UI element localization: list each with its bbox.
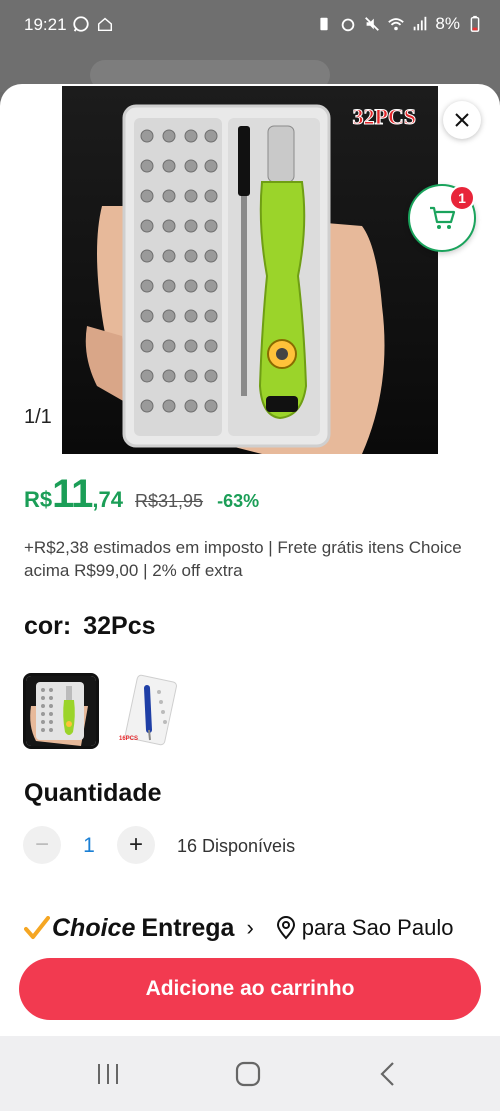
home-icon [97,17,113,32]
quantity-available: 16 Disponíveis [177,836,296,856]
price-decimal: ,74 [92,487,124,512]
back-button[interactable] [368,1058,408,1090]
status-bar: 19:21 8% [0,0,500,52]
mute-icon [365,17,380,31]
cart-icon [430,206,456,229]
close-button[interactable] [443,101,481,139]
price-row: R$ 11 ,74 R$31,95 -63% [24,472,259,517]
choice-check-icon [24,916,50,939]
battery-saver-icon [320,17,329,31]
choice-delivery-label: Entrega [141,913,235,942]
price-integer: 11 [52,472,93,516]
battery-percent: 8% [435,14,460,33]
recent-apps-icon [98,1064,118,1084]
quantity-increase-button[interactable]: + [117,826,155,864]
wifi-icon [388,18,405,31]
quantity-decrease-button[interactable]: − [23,826,61,864]
product-image[interactable]: 32PCS [62,86,438,454]
back-icon [380,1062,394,1086]
choice-brand: Choice [52,913,136,942]
original-price: R$31,95 [135,491,204,511]
image-pcs-label: 32PCS [352,104,417,130]
variant-option-16pcs[interactable]: 16PCS [108,673,184,749]
add-to-cart-button[interactable]: Adicione ao carrinho [19,958,481,1020]
battery-icon [470,15,480,32]
quantity-title: Quantidade [24,779,162,807]
screwdriver-set-illustration [62,86,438,454]
variant-option-32pcs[interactable] [23,673,99,749]
variant-32pcs-thumbnail [26,676,96,746]
cart-badge: 1 [449,185,475,211]
discount-badge: -63% [217,491,260,511]
home-nav-icon [235,1061,261,1087]
signal-icon [414,16,427,31]
variant-label: cor: 32Pcs [24,612,156,641]
delivery-row[interactable]: Choice Entrega › para Sao Paulo [24,910,484,946]
location-pin-icon [276,916,295,940]
home-button[interactable] [228,1058,268,1090]
status-time: 19:21 [24,15,67,34]
close-icon [455,113,469,127]
alarm-icon [342,18,355,32]
tax-shipping-note: +R$2,38 estimados em imposto | Frete grá… [24,538,462,580]
whatsapp-icon [73,16,89,32]
chevron-right-icon: › [246,915,254,940]
recent-apps-button[interactable] [88,1058,128,1090]
variant-label-text: cor: [24,612,72,640]
variant-16pcs-tag: 16PCS [119,736,139,742]
product-sheet: 32PCS 1 1/1 R$ 11 ,74 R$31,95 -63% +R$2,… [0,84,500,1036]
quantity-value[interactable]: 1 [76,834,102,858]
system-nav-bar [0,1036,500,1111]
delivery-location: para Sao Paulo [301,915,454,940]
variant-value: 32Pcs [83,612,156,640]
image-counter: 1/1 [24,406,52,428]
price-currency: R$ [24,487,53,512]
